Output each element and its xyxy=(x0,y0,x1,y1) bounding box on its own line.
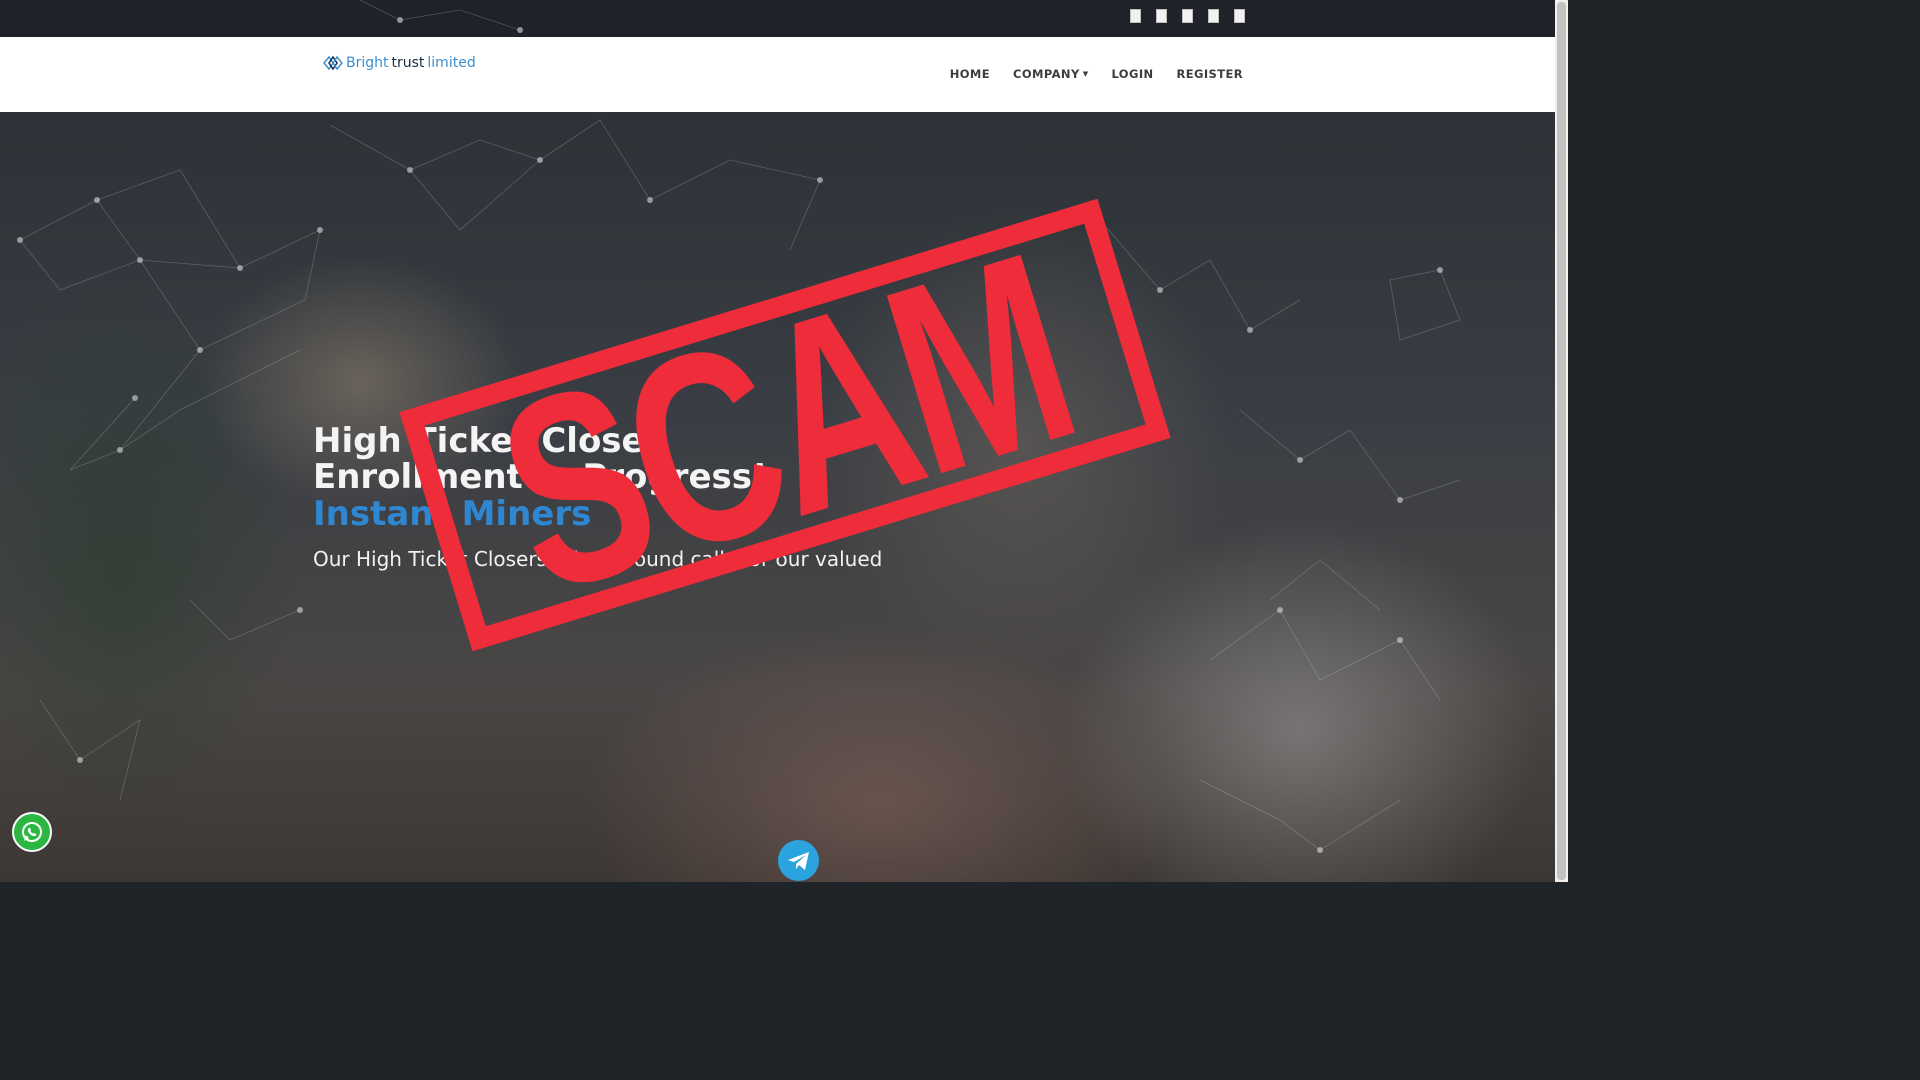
whatsapp-icon xyxy=(22,822,42,842)
whatsapp-button[interactable] xyxy=(12,812,52,852)
page-scrollbar[interactable] xyxy=(1555,0,1568,882)
telegram-icon xyxy=(787,851,809,870)
scrollbar-thumb[interactable] xyxy=(1557,2,1566,880)
telegram-button[interactable] xyxy=(778,840,819,881)
